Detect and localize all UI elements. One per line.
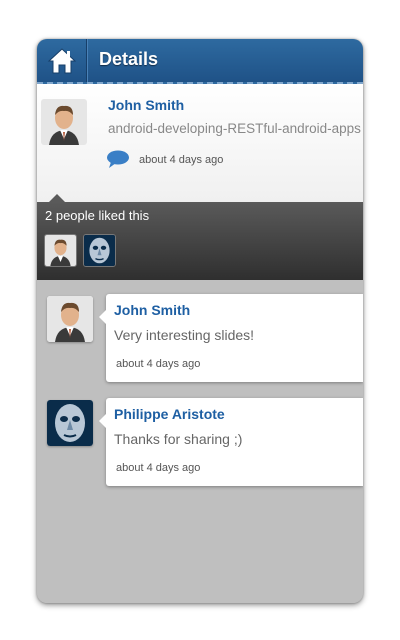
comment-timestamp: about 4 days ago [116,462,201,474]
likes-pointer [49,194,65,202]
avatar[interactable] [41,99,87,145]
post-text[interactable]: android-developing-RESTful-android-apps [108,121,363,136]
likes-section: 2 people liked this [37,194,363,280]
person-photo-icon [41,99,87,145]
comment-pointer [99,310,106,324]
avatar[interactable] [47,400,93,446]
comment-author[interactable]: John Smith [114,302,190,318]
post-author[interactable]: John Smith [108,97,184,113]
comments-list: John Smith Very interesting slides! abou… [37,280,363,603]
person-photo-icon [45,235,76,266]
comment-author[interactable]: Philippe Aristote [114,406,225,422]
comment-pointer [99,414,106,428]
page-title: Details [99,49,159,69]
mask-face-icon [47,400,93,446]
avatar[interactable] [47,296,93,342]
mask-face-icon [84,235,115,266]
likes-summary[interactable]: 2 people liked this [45,208,149,223]
comment-timestamp: about 4 days ago [116,358,201,370]
comment-item: John Smith Very interesting slides! abou… [37,294,363,388]
comment-card: John Smith Very interesting slides! abou… [99,294,363,382]
liker-avatar[interactable] [44,234,77,267]
home-icon [47,47,76,73]
home-button[interactable] [37,39,87,82]
comment-item: Philippe Aristote Thanks for sharing ;) … [37,398,363,492]
comment-card: Philippe Aristote Thanks for sharing ;) … [99,398,363,486]
app-screen: Details John Smith android-developing-RE… [37,39,363,603]
post-card: John Smith android-developing-RESTful-an… [37,84,363,202]
post-timestamp: about 4 days ago [139,154,224,166]
comment-bubble-icon [107,150,129,168]
comment-text: Thanks for sharing ;) [114,431,243,447]
liker-avatar[interactable] [83,234,116,267]
person-photo-icon [47,296,93,342]
comment-text: Very interesting slides! [114,327,255,343]
top-bar: Details [37,39,363,84]
